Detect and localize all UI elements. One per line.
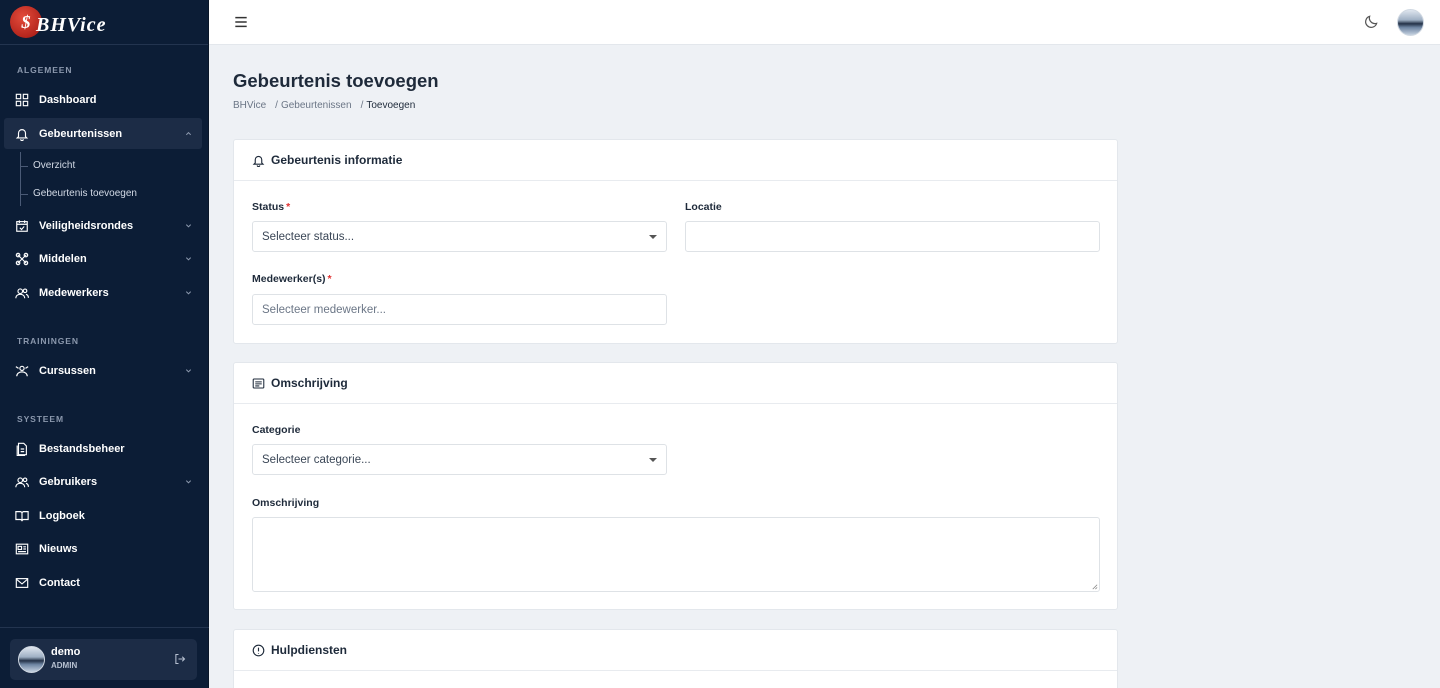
- sidebar-item-label: Bestandsbeheer: [39, 442, 125, 455]
- sidebar-item-label: Dashboard: [39, 93, 97, 106]
- chevron-down-icon: [185, 480, 192, 484]
- sidebar-item-label: Logboek: [39, 509, 85, 522]
- sidebar-item-gebruikers[interactable]: Gebruikers: [4, 466, 202, 497]
- presentation-icon: [15, 365, 29, 376]
- section-label-system: SYSTEEM: [17, 414, 64, 424]
- sidebar-item-cursussen[interactable]: Cursussen: [4, 355, 202, 386]
- avatar[interactable]: [18, 646, 45, 673]
- submenu-line: [20, 152, 21, 206]
- locatie-label: Locatie: [685, 201, 722, 213]
- categorie-label: Categorie: [252, 424, 301, 436]
- bell-icon: [15, 128, 29, 141]
- sidebar-item-label: Nieuws: [39, 542, 78, 555]
- mail-icon: [15, 577, 29, 588]
- moon-icon[interactable]: [1364, 14, 1379, 29]
- card-title: Omschrijving: [271, 376, 348, 390]
- status-select[interactable]: Selecteer status...: [252, 221, 667, 252]
- sidebar-item-nieuws[interactable]: Nieuws: [4, 533, 202, 564]
- chevron-down-icon: [185, 257, 192, 261]
- caret-down-icon: [649, 235, 657, 239]
- logo-text: BHVice: [36, 13, 107, 36]
- sidebar-item-label: Gebeurtenissen: [39, 127, 123, 140]
- card-header: Hulpdiensten: [234, 630, 1117, 671]
- sidebar-item-label: Middelen: [39, 252, 87, 265]
- sidebar-item-label: Medewerkers: [39, 286, 109, 299]
- info-circle-icon: [252, 644, 265, 656]
- omschrijving-textarea[interactable]: [252, 517, 1100, 592]
- chevron-down-icon: [185, 291, 192, 295]
- sidebar-item-label: Veiligheidsrondes: [39, 219, 134, 232]
- submenu-tick: [20, 166, 28, 167]
- bell-icon: [252, 155, 265, 167]
- user-card: demo ADMIN: [10, 639, 197, 680]
- sidebar: $ BHVice ALGEMEEN Dashboard Gebeurteniss…: [0, 0, 209, 688]
- status-label: Status *: [252, 201, 291, 213]
- book-icon: [15, 510, 29, 521]
- sidebar-item-medewerkers[interactable]: Medewerkers: [4, 277, 202, 308]
- logout-icon[interactable]: [174, 653, 186, 665]
- submenu-item-overzicht[interactable]: Overzicht: [33, 160, 75, 171]
- resize-handle-icon[interactable]: [1091, 583, 1098, 590]
- medewerkers-select[interactable]: Selecteer medewerker...: [252, 294, 667, 325]
- card-text-icon: [252, 378, 265, 388]
- sidebar-item-gebeurtenissen[interactable]: Gebeurtenissen: [4, 118, 202, 149]
- topbar: [209, 0, 1440, 45]
- card-omschrijving: Omschrijving Categorie Selecteer categor…: [233, 362, 1118, 610]
- breadcrumb: BHVice / Gebeurtenissen / Toevoegen: [233, 100, 415, 111]
- user-role: ADMIN: [51, 661, 78, 670]
- news-icon: [15, 543, 29, 554]
- sidebar-item-middelen[interactable]: Middelen: [4, 243, 202, 274]
- chevron-down-icon: [185, 369, 192, 373]
- breadcrumb-item-home[interactable]: BHVice: [233, 100, 266, 111]
- chevron-down-icon: [185, 224, 192, 228]
- sidebar-item-bestandsbeheer[interactable]: Bestandsbeheer: [4, 433, 202, 464]
- breadcrumb-item-current: Toevoegen: [366, 100, 416, 111]
- user-name: demo: [51, 646, 81, 658]
- medewerkers-label: Medewerker(s) *: [252, 273, 332, 285]
- sidebar-item-label: Cursussen: [39, 364, 96, 377]
- sidebar-item-logboek[interactable]: Logboek: [4, 500, 202, 531]
- users-icon: [15, 287, 29, 298]
- brand-logo[interactable]: $ BHVice: [0, 0, 208, 45]
- calendar-check-icon: [16, 219, 28, 232]
- card-gebeurtenis-informatie: Gebeurtenis informatie Status * Selecteer…: [233, 139, 1118, 344]
- card-title: Gebeurtenis informatie: [271, 153, 403, 167]
- chevron-up-icon: [185, 131, 192, 136]
- locatie-input[interactable]: [685, 221, 1100, 252]
- sidebar-item-dashboard[interactable]: Dashboard: [4, 84, 202, 115]
- section-label-trainings: TRAININGEN: [17, 336, 79, 346]
- breadcrumb-separator: /: [360, 100, 364, 111]
- profile-avatar[interactable]: [1397, 9, 1424, 36]
- breadcrumb-separator: /: [275, 100, 278, 111]
- sidebar-item-contact[interactable]: Contact: [4, 567, 202, 598]
- omschrijving-label: Omschrijving: [252, 497, 320, 509]
- required-asterisk: *: [327, 273, 332, 285]
- card-header: Gebeurtenis informatie: [234, 140, 1117, 181]
- sidebar-item-veiligheidsrondes[interactable]: Veiligheidsrondes: [4, 210, 202, 241]
- sidebar-item-label: Gebruikers: [39, 475, 98, 488]
- sidebar-divider: [0, 627, 209, 628]
- required-asterisk: *: [286, 201, 291, 213]
- grid-icon: [15, 93, 29, 106]
- page-title: Gebeurtenis toevoegen: [233, 70, 439, 91]
- card-hulpdiensten: Hulpdiensten: [233, 629, 1118, 688]
- submenu-tick: [20, 194, 28, 195]
- file-icon: [16, 442, 27, 456]
- breadcrumb-item-gebeurtenissen[interactable]: Gebeurtenissen: [281, 100, 352, 111]
- card-title: Hulpdiensten: [271, 643, 348, 657]
- card-header: Omschrijving: [234, 363, 1117, 404]
- sidebar-item-label: Contact: [39, 576, 80, 589]
- categorie-select[interactable]: Selecteer categorie...: [252, 444, 667, 475]
- users-icon: [15, 476, 29, 487]
- section-label-general: ALGEMEEN: [17, 65, 73, 75]
- hamburger-menu-icon[interactable]: [234, 15, 248, 29]
- caret-down-icon: [649, 458, 657, 462]
- submenu-item-gebeurtenis-toevoegen[interactable]: Gebeurtenis toevoegen: [33, 188, 137, 199]
- tools-icon: [15, 252, 29, 265]
